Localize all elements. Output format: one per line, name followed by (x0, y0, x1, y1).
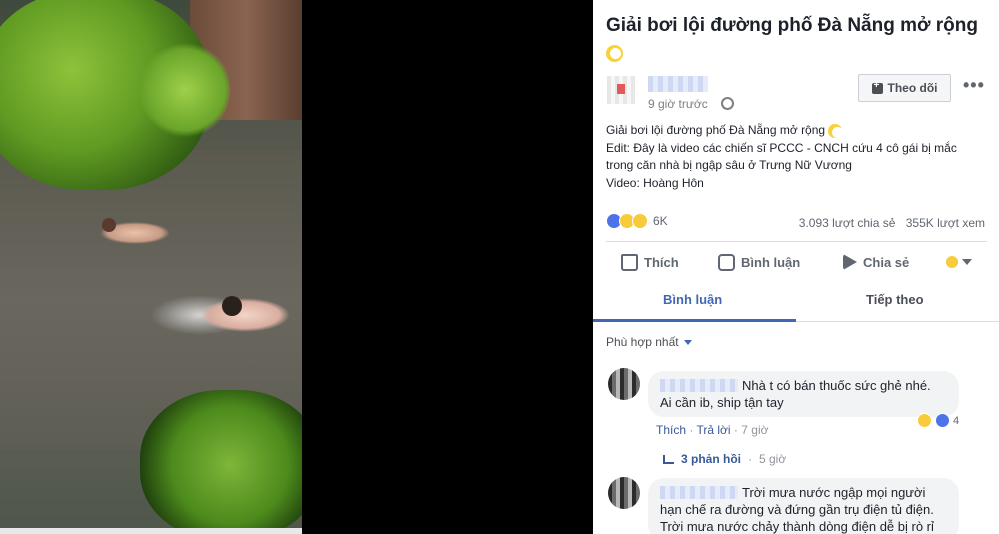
view-replies-link[interactable]: 3 phản hồi · 5 giờ (663, 452, 786, 466)
comment-bubble: Trời mưa nước ngập mọi người hạn chế ra … (648, 478, 959, 534)
comment-label: Bình luận (741, 255, 801, 270)
post-body: Giải bơi lội đường phố Đà Nẵng mở rộng E… (606, 122, 991, 192)
video-frame[interactable] (0, 0, 302, 534)
comment-reaction-count: 4 (953, 414, 960, 427)
page-avatar[interactable] (607, 76, 635, 104)
like-label: Thích (644, 255, 679, 270)
comment-text-line-2: hạn chế ra đường và đứng gần trụ điện tủ… (660, 502, 934, 517)
post-line-1-text: Giải bơi lội đường phố Đà Nẵng mở rộng (606, 123, 826, 137)
comment-bubble: Nhà t có bán thuốc sức ghẻ nhé. Ai cần i… (648, 371, 959, 417)
share-label: Chia sẻ (863, 254, 910, 270)
post-title-text: Giải bơi lội đường phố Đà Nẵng mở rộng (606, 15, 978, 36)
page-name-blurred[interactable] (648, 76, 708, 92)
globe-icon (721, 97, 734, 110)
post-line-2: Edit: Đây là video các chiến sĩ PCCC - C… (606, 140, 957, 155)
sort-label: Phù hợp nhất (606, 335, 679, 349)
chevron-down-icon (962, 259, 972, 265)
reaction-selector[interactable] (946, 256, 972, 268)
post-line-3: trong căn nhà bị ngập sâu ở Trưng Nữ Vươ… (606, 158, 852, 172)
follow-icon (871, 80, 883, 94)
share-button[interactable]: Chia sẻ (843, 254, 909, 270)
comment-text-line-1: Nhà t có bán thuốc sức ghẻ nhé. (742, 378, 931, 393)
comment-text-line-3: Trời mưa nước chảy thành dòng điện dễ bị… (660, 519, 934, 534)
video-tree-branch (140, 40, 230, 140)
comment-reactions[interactable]: 4 (911, 413, 959, 428)
comment-reply-link[interactable]: Trả lời (696, 423, 730, 437)
more-options-icon[interactable]: ••• (963, 76, 985, 94)
wow-reaction-icon (632, 213, 648, 229)
active-tab-indicator (593, 319, 796, 322)
commenter-name-blurred[interactable] (660, 486, 738, 499)
video-foreground-plant (140, 390, 302, 534)
tab-up-next[interactable]: Tiếp theo (866, 292, 924, 307)
comment-like-link[interactable]: Thích (656, 423, 686, 437)
view-count: 355K lượt xem (905, 216, 985, 230)
moon-emoji-icon (828, 123, 844, 138)
comment-sort-dropdown[interactable]: Phù hợp nhất (606, 335, 692, 349)
post-title: Giải bơi lội đường phố Đà Nẵng mở rộng (606, 12, 991, 66)
comment-icon (718, 254, 735, 271)
reaction-summary[interactable]: 6K (606, 213, 668, 229)
replies-time: 5 giờ (759, 452, 787, 466)
commenter-avatar[interactable] (608, 477, 640, 509)
follow-label: Theo dõi (887, 81, 938, 95)
post-time[interactable]: 9 giờ trước (648, 97, 708, 111)
like-reaction-icon (935, 413, 950, 428)
comment-button[interactable]: Bình luận (718, 254, 800, 271)
tab-comments[interactable]: Bình luận (663, 292, 722, 307)
reply-arrow-icon (663, 454, 674, 464)
follow-button[interactable]: Theo dõi (858, 74, 951, 102)
commenter-name-blurred[interactable] (660, 379, 738, 392)
post-line-4: Video: Hoàng Hôn (606, 175, 704, 190)
video-player[interactable] (0, 0, 593, 534)
share-icon (843, 254, 857, 270)
video-viewer: Giải bơi lội đường phố Đà Nẵng mở rộng 9… (0, 0, 999, 534)
comment-time[interactable]: 7 giờ (741, 423, 768, 437)
like-button[interactable]: Thích (621, 254, 679, 271)
reaction-preview-icon (946, 256, 958, 268)
video-bottom-bar (0, 528, 302, 534)
post-stats: 3.093 lượt chia sẻ 355K lượt xem (792, 216, 985, 230)
replies-count: 3 phản hồi (681, 452, 741, 466)
thumbs-up-icon (621, 254, 638, 271)
commenter-avatar[interactable] (608, 368, 640, 400)
divider (606, 241, 987, 242)
moon-emoji-icon (606, 45, 623, 63)
video-swimmer-2-head (222, 296, 242, 316)
video-swimmer-1-head (102, 218, 116, 232)
comment-actions: Thích · Trả lời · 7 giờ (656, 423, 769, 437)
video-swimmer-2 (200, 298, 290, 332)
post-line-1: Giải bơi lội đường phố Đà Nẵng mở rộng (606, 122, 991, 140)
chevron-down-icon (683, 339, 692, 345)
share-count[interactable]: 3.093 lượt chia sẻ (799, 216, 896, 230)
reaction-count: 6K (653, 214, 668, 228)
comment-text-line-1: Trời mưa nước ngập mọi người (742, 485, 926, 500)
post-side-panel: Giải bơi lội đường phố Đà Nẵng mở rộng 9… (593, 0, 999, 534)
comment-text-line-2: Ai cần ib, ship tận tay (660, 395, 784, 410)
haha-reaction-icon (917, 413, 932, 428)
